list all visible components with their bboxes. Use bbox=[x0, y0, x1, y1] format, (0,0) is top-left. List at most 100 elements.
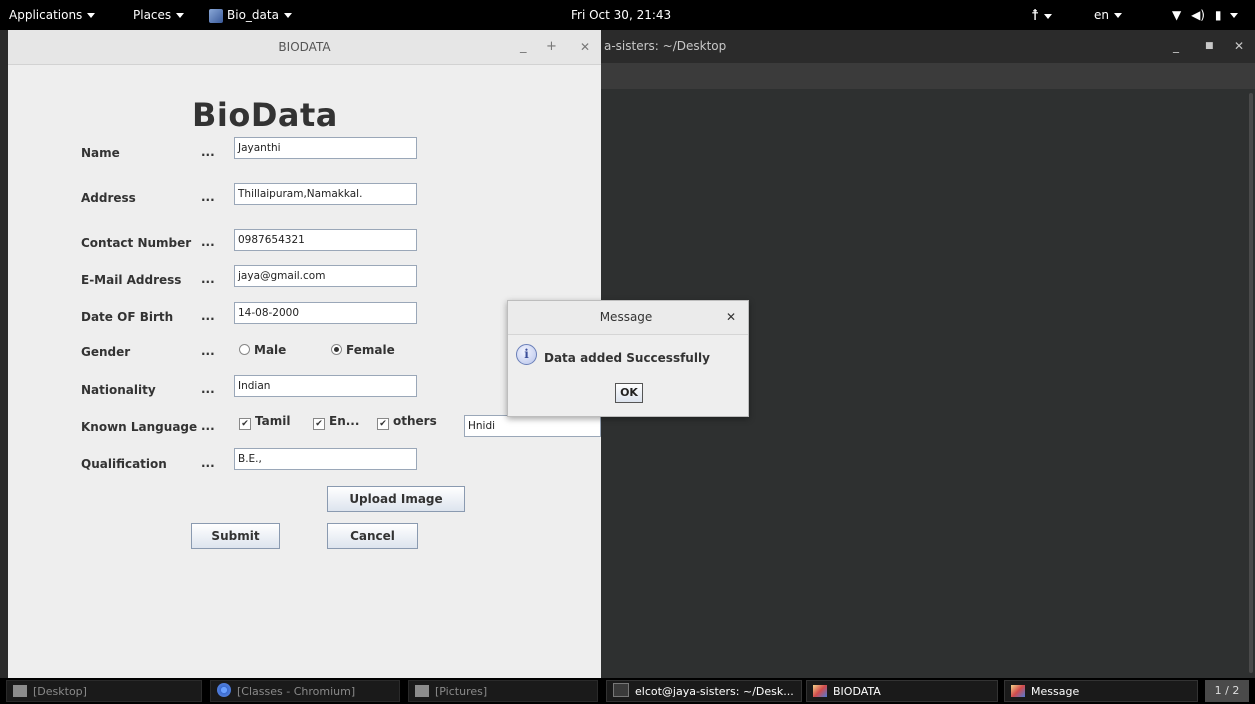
chevron-down-icon bbox=[1114, 13, 1122, 18]
email-field[interactable]: jaya@gmail.com bbox=[234, 265, 417, 287]
language-menu[interactable]: en bbox=[1094, 0, 1122, 30]
chevron-down-icon bbox=[1230, 13, 1239, 18]
radio-unchecked-icon bbox=[239, 344, 250, 355]
maximize-icon[interactable]: + bbox=[546, 30, 557, 64]
language-tamil-checkbox[interactable]: ✔ Tamil bbox=[239, 414, 290, 430]
gender-male-radio[interactable]: Male bbox=[239, 343, 286, 357]
accessibility-icon: ☨ bbox=[1031, 6, 1040, 24]
folder-icon bbox=[13, 685, 27, 697]
chevron-down-icon bbox=[1044, 14, 1053, 19]
gender-female-radio[interactable]: Female bbox=[331, 343, 395, 357]
radio-checked-icon bbox=[331, 344, 342, 355]
terminal-title: a-sisters: ~/Desktop bbox=[604, 39, 727, 53]
app-menu[interactable]: Bio_data bbox=[209, 0, 292, 30]
places-menu[interactable]: Places bbox=[133, 0, 185, 30]
date-of-birth-dots: ... bbox=[201, 309, 215, 323]
taskbar-item-desktop[interactable]: [Desktop] bbox=[6, 680, 202, 702]
taskbar-item-label: [Classes - Chromium] bbox=[237, 685, 356, 698]
date-of-birth-label: Date OF Birth bbox=[81, 310, 174, 324]
terminal-icon bbox=[613, 683, 629, 697]
contact-number-label: Contact Number bbox=[81, 236, 192, 250]
close-icon[interactable]: ✕ bbox=[726, 301, 736, 334]
dialog-message: Data added Successfully bbox=[544, 351, 710, 365]
language-english-label: En... bbox=[329, 414, 360, 428]
minimize-icon[interactable]: _ bbox=[520, 30, 527, 64]
applications-menu[interactable]: Applications bbox=[9, 0, 96, 30]
language-english-checkbox[interactable]: ✔ En... bbox=[313, 414, 359, 430]
taskbar-item-message[interactable]: Message bbox=[1004, 680, 1198, 702]
java-app-icon bbox=[209, 8, 223, 23]
terminal-scrollbar[interactable] bbox=[1249, 93, 1253, 673]
chevron-down-icon bbox=[87, 13, 96, 18]
top-panel: Applications Places Bio_data Fri Oct 30,… bbox=[0, 0, 1255, 30]
nationality-label: Nationality bbox=[81, 383, 156, 397]
contact-number-field[interactable]: 0987654321 bbox=[234, 229, 417, 251]
date-of-birth-field[interactable]: 14-08-2000 bbox=[234, 302, 417, 324]
close-icon[interactable]: ✕ bbox=[580, 30, 590, 64]
page-title: BioData bbox=[192, 96, 338, 134]
language-others-label: others bbox=[393, 414, 437, 428]
chevron-down-icon bbox=[176, 13, 185, 18]
name-dots: ... bbox=[201, 145, 215, 159]
terminal-menubar bbox=[600, 63, 1255, 89]
qualification-dots: ... bbox=[201, 456, 215, 470]
ok-button[interactable]: OK bbox=[615, 383, 643, 403]
address-field[interactable]: Thillaipuram,Namakkal. bbox=[234, 183, 417, 205]
submit-button[interactable]: Submit bbox=[191, 523, 280, 549]
nationality-field[interactable]: Indian bbox=[234, 375, 417, 397]
folder-icon bbox=[415, 685, 429, 697]
address-label: Address bbox=[81, 191, 136, 205]
name-field[interactable]: Jayanthi bbox=[234, 137, 417, 159]
checkbox-checked-icon: ✔ bbox=[313, 418, 325, 430]
volume-icon: ◀) bbox=[1191, 8, 1205, 22]
cancel-button[interactable]: Cancel bbox=[327, 523, 418, 549]
taskbar-item-label: elcot@jaya-sisters: ~/Desk... bbox=[635, 685, 794, 698]
upload-image-button[interactable]: Upload Image bbox=[327, 486, 465, 512]
taskbar-item-chromium[interactable]: [Classes - Chromium] bbox=[210, 680, 400, 702]
dialog-title: Message bbox=[599, 310, 653, 324]
known-language-label: Known Language bbox=[81, 420, 198, 434]
dialog-titlebar[interactable]: Message ✕ bbox=[508, 301, 748, 335]
email-label: E-Mail Address bbox=[81, 273, 182, 287]
app-menu-label: Bio_data bbox=[227, 8, 279, 22]
checkbox-checked-icon: ✔ bbox=[377, 418, 389, 430]
qualification-label: Qualification bbox=[81, 457, 167, 471]
language-label: en bbox=[1094, 8, 1109, 22]
gender-male-label: Male bbox=[254, 343, 287, 357]
taskbar-item-label: [Desktop] bbox=[33, 685, 87, 698]
workspace-pager[interactable]: 1 / 2 bbox=[1205, 680, 1249, 702]
chromium-icon bbox=[217, 683, 231, 697]
maximize-icon[interactable]: ■ bbox=[1205, 30, 1214, 63]
qualification-field[interactable]: B.E., bbox=[234, 448, 417, 470]
known-language-dots: ... bbox=[201, 419, 215, 433]
taskbar-item-pictures[interactable]: [Pictures] bbox=[408, 680, 598, 702]
clock[interactable]: Fri Oct 30, 21:43 bbox=[571, 0, 671, 30]
biodata-titlebar[interactable]: BIODATA _ + ✕ bbox=[8, 30, 601, 65]
email-dots: ... bbox=[201, 272, 215, 286]
gender-label: Gender bbox=[81, 345, 131, 359]
taskbar-item-label: Message bbox=[1031, 685, 1080, 698]
gender-female-label: Female bbox=[346, 343, 395, 357]
taskbar-item-label: [Pictures] bbox=[435, 685, 488, 698]
message-dialog: Message ✕ i Data added Successfully OK bbox=[507, 300, 749, 417]
address-dots: ... bbox=[201, 190, 215, 204]
taskbar-item-biodata[interactable]: BIODATA bbox=[806, 680, 998, 702]
places-label: Places bbox=[133, 8, 172, 22]
chevron-down-icon bbox=[283, 13, 292, 18]
wifi-icon: ▼ bbox=[1172, 8, 1182, 22]
gender-dots: ... bbox=[201, 344, 215, 358]
system-menu[interactable]: ▼ ◀) ▮ bbox=[1172, 0, 1239, 30]
minimize-icon[interactable]: _ bbox=[1173, 30, 1179, 63]
taskbar-item-terminal[interactable]: elcot@jaya-sisters: ~/Desk... bbox=[606, 680, 802, 702]
language-tamil-label: Tamil bbox=[255, 414, 291, 428]
terminal-titlebar[interactable]: a-sisters: ~/Desktop _ ■ ✕ bbox=[600, 30, 1255, 63]
name-label: Name bbox=[81, 146, 120, 160]
language-others-checkbox[interactable]: ✔ others bbox=[377, 414, 437, 430]
taskbar-item-label: BIODATA bbox=[833, 685, 881, 698]
close-icon[interactable]: ✕ bbox=[1234, 30, 1244, 63]
taskbar: [Desktop] [Classes - Chromium] [Pictures… bbox=[0, 678, 1255, 704]
battery-icon: ▮ bbox=[1214, 8, 1222, 22]
other-language-field[interactable]: Hnidi bbox=[464, 415, 601, 437]
accessibility-menu[interactable]: ☨ bbox=[1031, 0, 1053, 30]
java-app-icon bbox=[1011, 685, 1025, 697]
